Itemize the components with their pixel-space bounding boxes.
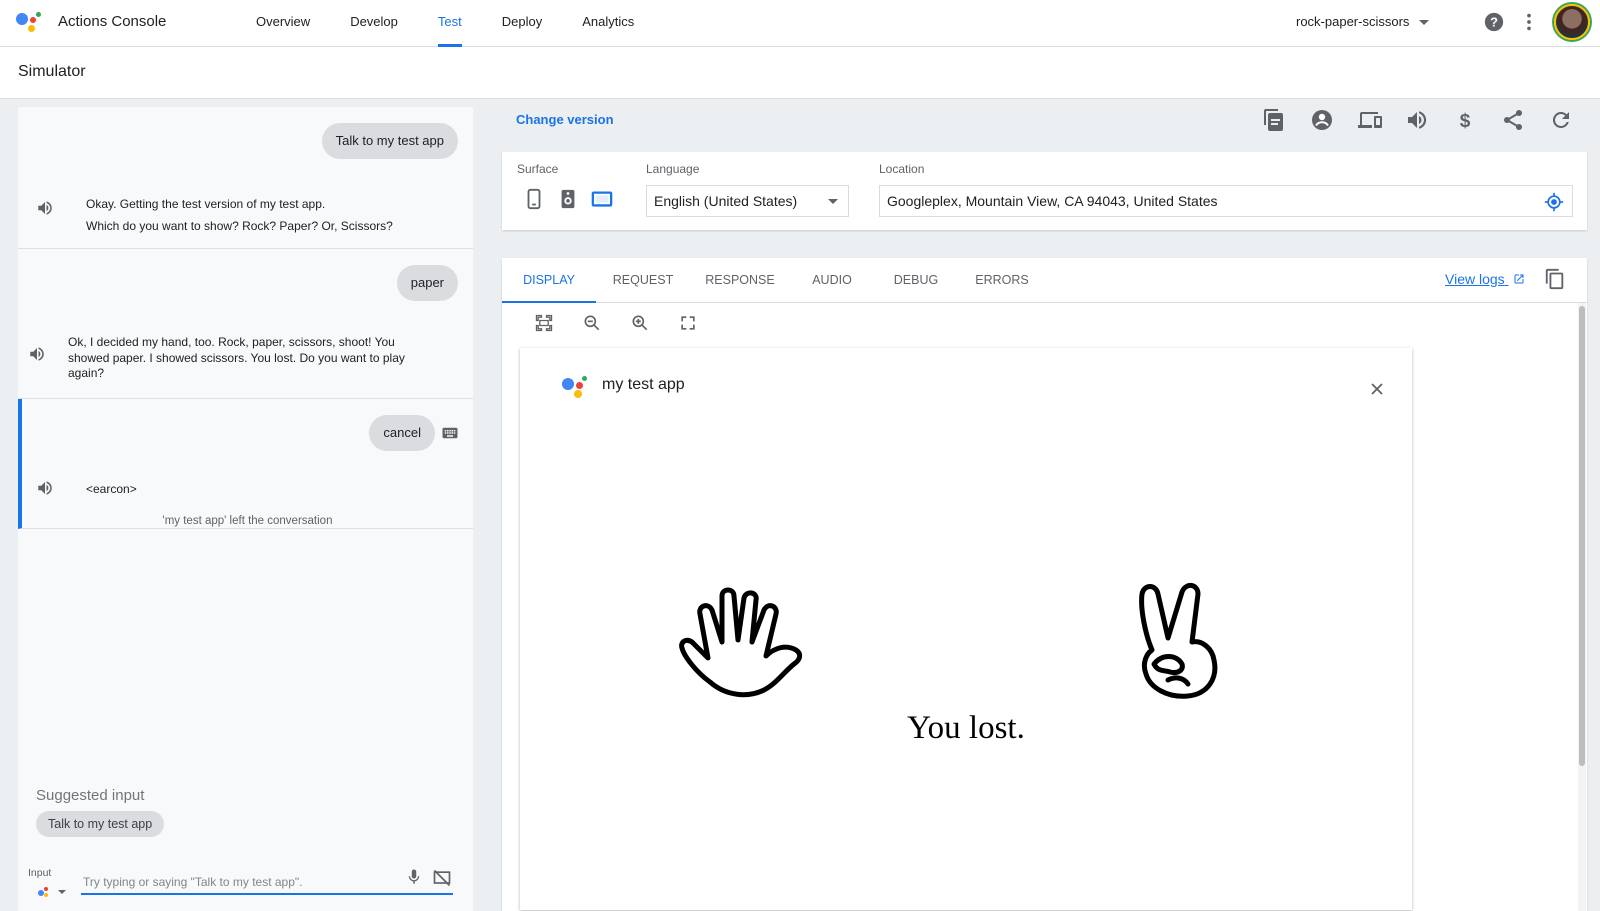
svg-text:$: $ bbox=[1460, 111, 1471, 132]
assistant-response: Okay. Getting the test version of my tes… bbox=[86, 193, 456, 237]
top-nav: Overview Develop Test Deploy Analytics bbox=[236, 0, 654, 47]
tab-display[interactable]: DISPLAY bbox=[502, 258, 596, 303]
tab-response[interactable]: RESPONSE bbox=[690, 258, 790, 303]
volume-icon[interactable] bbox=[28, 345, 46, 363]
microphone-icon[interactable] bbox=[405, 867, 423, 887]
volume-icon[interactable] bbox=[36, 479, 54, 497]
refresh-icon[interactable] bbox=[1549, 108, 1573, 132]
conversation-turn-selected[interactable]: cancel <earcon> 'my test app' left the c… bbox=[18, 399, 473, 529]
conversation-ended-note: 'my test app' left the conversation bbox=[162, 515, 333, 527]
svg-text:?: ? bbox=[1490, 15, 1498, 30]
language-value: English (United States) bbox=[654, 193, 798, 209]
chevron-down-icon bbox=[1419, 20, 1430, 26]
assistant-response: <earcon> bbox=[86, 482, 137, 496]
fullscreen-icon[interactable] bbox=[678, 313, 698, 333]
location-field[interactable]: Googleplex, Mountain View, CA 94043, Uni… bbox=[879, 185, 1573, 217]
chevron-down-icon bbox=[828, 199, 838, 204]
document-icon[interactable] bbox=[1262, 108, 1286, 132]
my-location-icon[interactable] bbox=[1544, 192, 1564, 212]
zoom-out-icon[interactable] bbox=[582, 313, 602, 333]
assistant-response: Ok, I decided my hand, too. Rock, paper,… bbox=[68, 335, 405, 380]
page-title: Simulator bbox=[18, 63, 86, 80]
nav-test[interactable]: Test bbox=[418, 0, 482, 47]
conversation-turn: paper Ok, I decided my hand, too. Rock, … bbox=[18, 249, 473, 399]
query-input[interactable] bbox=[81, 871, 453, 895]
view-logs-label: View logs bbox=[1445, 271, 1505, 287]
surface-label: Surface bbox=[517, 162, 559, 176]
tab-request[interactable]: REQUEST bbox=[596, 258, 690, 303]
tab-audio[interactable]: AUDIO bbox=[790, 258, 874, 303]
top-bar: Actions Console Overview Develop Test De… bbox=[0, 0, 1600, 47]
user-query-bubble[interactable]: Talk to my test app bbox=[321, 123, 458, 159]
response-line: Which do you want to show? Rock? Paper? … bbox=[86, 219, 393, 233]
output-panel: DISPLAY REQUEST RESPONSE AUDIO DEBUG ERR… bbox=[502, 258, 1587, 911]
fit-screen-icon[interactable] bbox=[534, 313, 554, 333]
output-tabs: DISPLAY REQUEST RESPONSE AUDIO DEBUG ERR… bbox=[502, 258, 1587, 303]
account-icon[interactable] bbox=[1310, 108, 1334, 132]
phone-icon[interactable] bbox=[523, 188, 545, 210]
app-title[interactable]: Actions Console bbox=[58, 13, 166, 30]
scrollbar-thumb[interactable] bbox=[1579, 306, 1585, 766]
scissors-hand-icon bbox=[1139, 583, 1218, 699]
result-text: You lost. bbox=[907, 710, 1025, 746]
suggested-input-title: Suggested input bbox=[36, 787, 145, 804]
nav-deploy[interactable]: Deploy bbox=[482, 0, 562, 47]
help-icon[interactable]: ? bbox=[1483, 11, 1505, 33]
user-query-bubble[interactable]: cancel bbox=[369, 415, 435, 451]
share-icon[interactable] bbox=[1501, 108, 1525, 132]
language-label: Language bbox=[646, 162, 700, 176]
google-assistant-logo bbox=[562, 372, 592, 400]
google-assistant-logo bbox=[14, 9, 42, 33]
language-select[interactable]: English (United States) bbox=[646, 185, 849, 217]
change-version-link[interactable]: Change version bbox=[516, 112, 614, 127]
nav-overview[interactable]: Overview bbox=[236, 0, 330, 47]
open-in-new-icon bbox=[1514, 274, 1524, 284]
volume-icon[interactable] bbox=[1405, 108, 1429, 132]
simulator-settings: Surface Language English (United States)… bbox=[502, 152, 1587, 230]
user-query-bubble[interactable]: paper bbox=[396, 265, 458, 301]
zoom-in-icon[interactable] bbox=[630, 313, 650, 333]
keyboard-icon bbox=[442, 427, 458, 439]
dollar-icon[interactable]: $ bbox=[1453, 108, 1477, 132]
tab-debug[interactable]: DEBUG bbox=[874, 258, 958, 303]
suggestion-chip[interactable]: Talk to my test app bbox=[36, 811, 165, 837]
page-header: Simulator bbox=[0, 47, 1600, 99]
action-name: my test app bbox=[602, 376, 685, 393]
nav-develop[interactable]: Develop bbox=[330, 0, 418, 47]
conversation-turn: Talk to my test app Okay. Getting the te… bbox=[18, 107, 473, 249]
paper-hand-icon bbox=[679, 587, 803, 698]
conversation-panel: Talk to my test app Okay. Getting the te… bbox=[18, 107, 473, 911]
more-vert-icon[interactable] bbox=[1518, 11, 1540, 33]
close-icon[interactable] bbox=[1370, 382, 1384, 396]
input-label: Input bbox=[28, 867, 52, 879]
project-name: rock-paper-scissors bbox=[1296, 14, 1410, 29]
view-logs-link[interactable]: View logs bbox=[1445, 271, 1525, 287]
smart-display-icon[interactable] bbox=[591, 188, 613, 210]
speaker-icon[interactable] bbox=[557, 188, 579, 210]
nav-analytics[interactable]: Analytics bbox=[562, 0, 654, 47]
input-mode-dropdown-icon[interactable] bbox=[58, 890, 66, 894]
location-label: Location bbox=[879, 162, 925, 176]
tab-errors[interactable]: ERRORS bbox=[958, 258, 1046, 303]
volume-icon[interactable] bbox=[36, 199, 54, 217]
smart-display-preview: my test app You lost. bbox=[520, 348, 1412, 910]
devices-icon[interactable] bbox=[1358, 108, 1382, 132]
response-line: Okay. Getting the test version of my tes… bbox=[86, 197, 326, 211]
avatar[interactable] bbox=[1554, 4, 1590, 40]
location-value: Googleplex, Mountain View, CA 94043, Uni… bbox=[887, 193, 1218, 209]
project-selector[interactable]: rock-paper-scissors bbox=[1296, 14, 1430, 29]
copy-icon[interactable] bbox=[1544, 268, 1566, 290]
no-display-icon[interactable] bbox=[432, 868, 452, 888]
assistant-dots-icon bbox=[38, 887, 48, 897]
